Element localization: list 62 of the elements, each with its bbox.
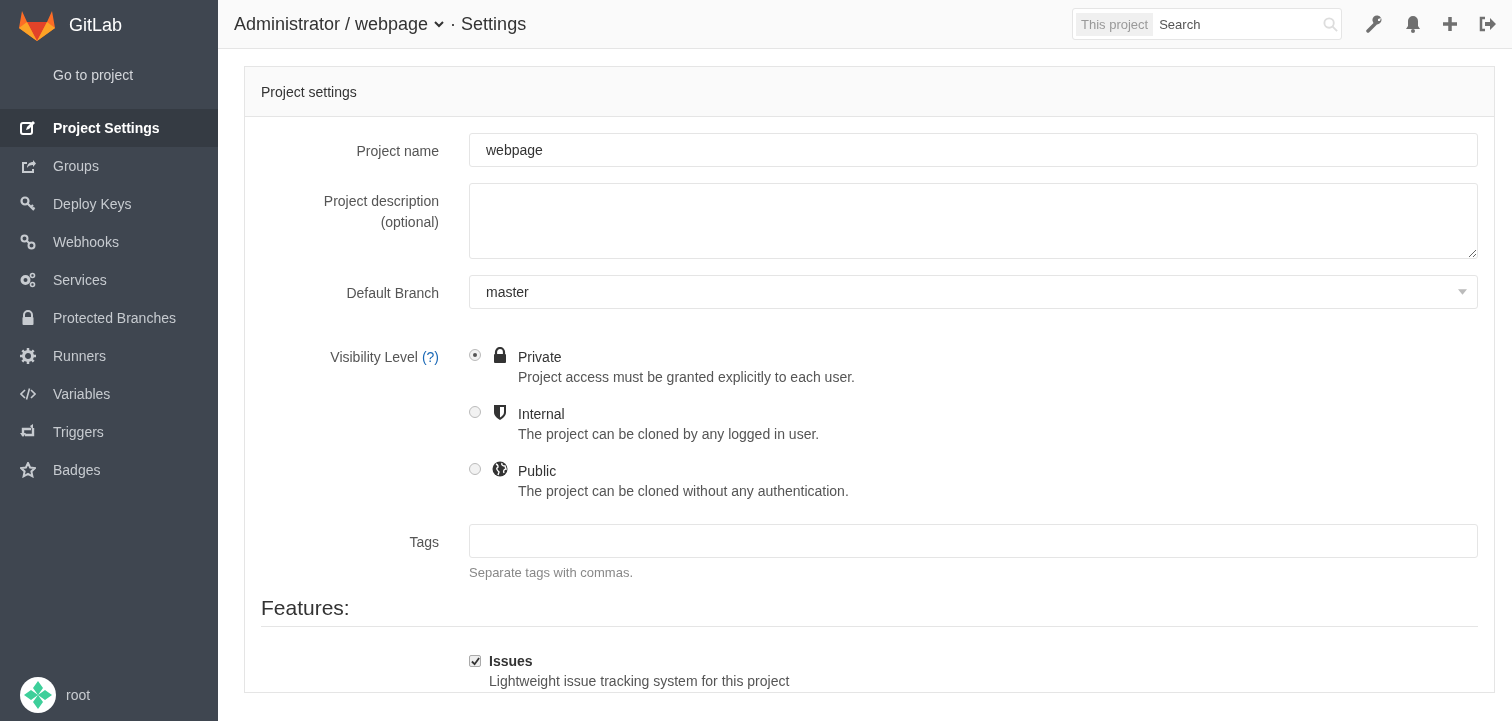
- edit-icon: [20, 120, 36, 136]
- option-description: The project can be cloned by any logged in user.: [518, 425, 821, 444]
- key-icon: [20, 196, 36, 212]
- text-field[interactable]: webpage: [469, 133, 1478, 167]
- avatar-icon[interactable]: [20, 677, 56, 713]
- radio-button[interactable]: [469, 349, 481, 361]
- search-icon: [1323, 16, 1338, 32]
- checkbox[interactable]: [469, 655, 481, 667]
- globe-icon: [492, 461, 508, 477]
- sign-out-icon[interactable]: [1478, 15, 1496, 33]
- field-label: Default Branch: [346, 285, 439, 301]
- field-hint: Separate tags with commas.: [469, 565, 635, 580]
- sidebar-item[interactable]: Runners: [0, 337, 218, 375]
- sidebar-item[interactable]: Protected Branches: [0, 299, 218, 337]
- text-field[interactable]: [469, 524, 1478, 558]
- wrench-icon[interactable]: [1366, 15, 1384, 33]
- shield-icon: [492, 404, 508, 420]
- caret-icon: [1458, 289, 1467, 295]
- sidebar-item[interactable]: Variables: [0, 375, 218, 413]
- field-label: Visibility Level: [330, 349, 418, 365]
- go-to-project-link[interactable]: Go to project: [53, 63, 218, 87]
- share-icon: [20, 158, 36, 174]
- lock-icon: [20, 310, 36, 326]
- plus-icon[interactable]: [1442, 16, 1458, 32]
- option-description: Project access must be granted explicitly to each user.: [518, 368, 856, 387]
- sidebar-item[interactable]: Services: [0, 261, 218, 299]
- field-label: Project description (optional): [323, 193, 439, 230]
- sidebar-item[interactable]: Groups: [0, 147, 218, 185]
- radio-button[interactable]: [469, 463, 481, 475]
- sidebar-item[interactable]: Triggers: [0, 413, 218, 451]
- brand-name[interactable]: GitLab: [69, 14, 123, 36]
- page-title: · Settings: [450, 13, 527, 35]
- option-label: Internal: [518, 405, 566, 424]
- field-label: Project name: [356, 143, 439, 159]
- search-scope-label: This project: [1076, 12, 1154, 36]
- breadcrumb[interactable]: Administrator / webpage: [234, 13, 429, 35]
- gear-icon: [20, 348, 36, 364]
- star-icon: [20, 462, 36, 478]
- sidebar-item[interactable]: Deploy Keys: [0, 185, 218, 223]
- caret-icon[interactable]: [434, 19, 445, 29]
- dropdown[interactable]: master: [469, 275, 1478, 309]
- sidebar-item[interactable]: Project Settings: [0, 109, 218, 147]
- sidebar-item[interactable]: Badges: [0, 451, 218, 489]
- sidebar-item[interactable]: Webhooks: [0, 223, 218, 261]
- feature-label: Issues: [489, 652, 534, 671]
- code-icon: [20, 386, 36, 402]
- option-description: The project can be cloned without any authentication.: [518, 482, 850, 501]
- feature-description: Lightweight issue tracking system for this project: [489, 672, 791, 691]
- panel-title: Project settings: [245, 67, 1494, 117]
- help-link[interactable]: (?): [421, 349, 439, 365]
- option-label: Public: [518, 462, 558, 481]
- gears-icon: [20, 272, 36, 288]
- radio-button[interactable]: [469, 406, 481, 418]
- option-label: Private: [518, 348, 563, 367]
- field-label: Tags: [409, 534, 439, 550]
- link-icon: [20, 234, 36, 250]
- lock-icon: [492, 347, 508, 363]
- search-input[interactable]: Search: [1153, 16, 1323, 32]
- bell-icon[interactable]: [1404, 15, 1422, 33]
- checkmark-icon: [470, 656, 480, 666]
- section-heading: Features:: [261, 596, 1478, 627]
- user-name[interactable]: root: [66, 687, 91, 703]
